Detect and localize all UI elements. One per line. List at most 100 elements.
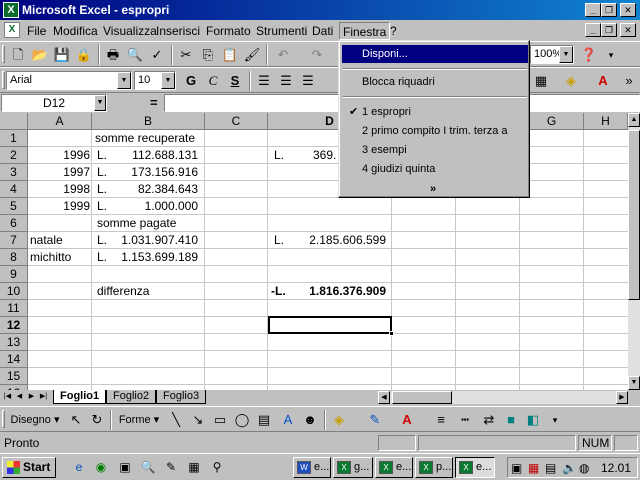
menu-help[interactable]: ?	[390, 24, 397, 38]
select-all-corner[interactable]	[0, 113, 28, 130]
cell-a8[interactable]: michitto	[30, 249, 71, 266]
cell-b6[interactable]: somme pagate	[97, 215, 176, 232]
scroll-thumb[interactable]	[392, 391, 452, 404]
taskbar-button-excel[interactable]: Xg...	[333, 457, 373, 478]
format-painter-icon[interactable]: 🖌	[241, 45, 263, 65]
row-header[interactable]: 15	[0, 368, 28, 385]
arrow-style-icon[interactable]: ⇄	[478, 410, 500, 430]
cut-icon[interactable]: ✂	[175, 45, 197, 65]
cell-a7[interactable]: natale	[30, 232, 63, 249]
3d-icon[interactable]: ◧	[522, 410, 544, 430]
tab-foglio1[interactable]: Foglio1	[53, 390, 107, 404]
chevron-down-icon[interactable]: ▼	[94, 95, 106, 111]
wordart-icon[interactable]: A	[277, 410, 299, 430]
bold-button[interactable]: G	[180, 71, 202, 91]
font-color-icon[interactable]: A	[396, 410, 418, 430]
cell-d10[interactable]: 1.816.376.909	[290, 283, 386, 300]
menu-item-window-3[interactable]: 3 esempi	[342, 141, 528, 159]
lock-icon[interactable]: 🔒	[73, 45, 95, 65]
tab-foglio2[interactable]: Foglio2	[106, 390, 157, 404]
cell-b8[interactable]: 1.153.699.189	[110, 249, 198, 266]
taskbar-button-word[interactable]: We...	[293, 457, 331, 478]
print-icon[interactable]: 🖶	[102, 45, 124, 65]
paste-icon[interactable]: 📋	[219, 45, 241, 65]
help-icon[interactable]: ❓	[578, 45, 600, 65]
col-header-b[interactable]: B	[92, 113, 205, 130]
formula-equals[interactable]: =	[150, 95, 158, 110]
align-right-icon[interactable]: ☰	[297, 71, 319, 91]
cell-d2[interactable]: 369.	[313, 147, 336, 164]
menu-finestra[interactable]: Finestra	[339, 22, 391, 40]
chevron-down-icon[interactable]: ▼	[161, 72, 175, 89]
tab-foglio3[interactable]: Foglio3	[156, 390, 207, 404]
scroll-thumb[interactable]	[628, 130, 640, 300]
worksheet-grid[interactable]: A B C D E F G H 1 2 3 4 5 6 7 8 9 10 11 …	[0, 113, 640, 390]
rotate-icon[interactable]: ↻	[86, 410, 108, 430]
minimize-button[interactable]: _	[585, 3, 601, 17]
tray-scheduler-icon[interactable]: ▦	[528, 461, 539, 475]
explorer-icon[interactable]: 🔍	[139, 459, 157, 476]
cell-b3[interactable]: 173.156.916	[110, 164, 198, 181]
notepad-icon[interactable]: ✎	[162, 459, 180, 476]
close-button[interactable]: ✕	[620, 3, 636, 17]
menu-dati[interactable]: Dati	[312, 24, 333, 38]
font-color-icon[interactable]: A	[592, 71, 614, 91]
internet-explorer-icon[interactable]: e	[70, 459, 88, 476]
shapes-menu-button[interactable]: Forme ▾	[114, 410, 164, 430]
fill-handle[interactable]	[389, 331, 394, 336]
arrow-icon[interactable]: ↘	[187, 410, 209, 430]
cell-b5[interactable]: 1.000.000	[110, 198, 198, 215]
taskbar-button-excel-active[interactable]: Xe...	[455, 457, 495, 478]
align-center-icon[interactable]: ☰	[275, 71, 297, 91]
menu-inserisci[interactable]: Inserisci	[156, 24, 200, 38]
cell-d7[interactable]: 2.185.606.599	[290, 232, 386, 249]
draw-menu-button[interactable]: Disegno ▾	[7, 410, 63, 430]
italic-button[interactable]: C	[202, 71, 224, 91]
row-header[interactable]: 9	[0, 266, 28, 283]
menu-strumenti[interactable]: Strumenti	[256, 24, 307, 38]
fill-color-icon[interactable]: ◈	[328, 410, 350, 430]
toolbar-more-icon[interactable]: ▾	[544, 410, 566, 430]
row-header[interactable]: 8	[0, 249, 28, 266]
row-header[interactable]: 3	[0, 164, 28, 181]
row-header[interactable]: 14	[0, 351, 28, 368]
textbox-icon[interactable]: ▤	[253, 410, 275, 430]
row-header[interactable]: 10	[0, 283, 28, 300]
menu-modifica[interactable]: Modifica	[53, 24, 98, 38]
line-color-icon[interactable]: ✎	[364, 410, 386, 430]
toolbar-more-icon[interactable]: »	[618, 71, 640, 91]
col-header-h[interactable]: H	[584, 113, 628, 130]
rectangle-icon[interactable]: ▭	[209, 410, 231, 430]
row-header[interactable]: 1	[0, 130, 28, 147]
vertical-scrollbar[interactable]: ▲ ▼	[628, 113, 640, 390]
menu-visualizza[interactable]: Visualizza	[103, 24, 157, 38]
taskbar-button-excel[interactable]: Xe...	[375, 457, 413, 478]
name-box[interactable]: D12 ▼	[1, 94, 107, 112]
new-file-icon[interactable]: 🗋	[7, 45, 29, 65]
doc-restore-button[interactable]: ❐	[601, 23, 617, 37]
cell-a4[interactable]: 1998	[30, 181, 90, 198]
row-header[interactable]: 4	[0, 181, 28, 198]
row-header[interactable]: 6	[0, 215, 28, 232]
scroll-up-icon[interactable]: ▲	[628, 113, 640, 127]
cell-a3[interactable]: 1997	[30, 164, 90, 181]
start-button[interactable]: Start	[2, 457, 56, 478]
font-size-select[interactable]: 10 ▼	[134, 71, 176, 90]
row-header[interactable]: 13	[0, 334, 28, 351]
toolbar-more-icon[interactable]: ▾	[600, 45, 622, 65]
line-style-icon[interactable]: ≡	[430, 410, 452, 430]
cell-a5[interactable]: 1999	[30, 198, 90, 215]
select-pointer-icon[interactable]: ↖	[65, 410, 87, 430]
menu-item-window-2[interactable]: 2 primo compito I trim. terza a	[342, 122, 528, 140]
maximize-button[interactable]: ❐	[601, 3, 617, 17]
taskbar-button-excel[interactable]: Xp...	[415, 457, 453, 478]
scroll-down-icon[interactable]: ▼	[628, 376, 640, 390]
spellcheck-icon[interactable]: ✓	[146, 45, 168, 65]
undo-icon[interactable]: ↶	[272, 45, 294, 65]
tray-network-icon[interactable]: ▣	[511, 461, 522, 475]
row-header[interactable]: 2	[0, 147, 28, 164]
media-icon[interactable]: ▦	[185, 459, 203, 476]
prev-sheet-icon[interactable]: ◀	[14, 391, 25, 403]
cell-b7[interactable]: 1.031.907.410	[110, 232, 198, 249]
col-header-c[interactable]: C	[205, 113, 268, 130]
